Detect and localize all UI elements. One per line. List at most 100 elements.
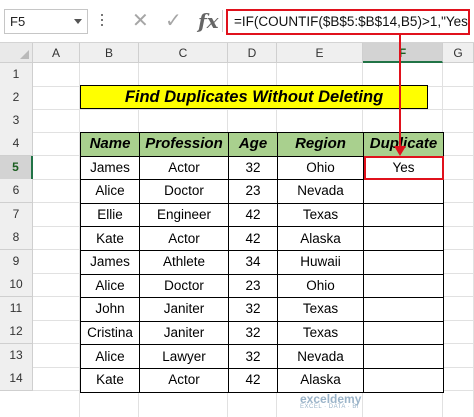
table-cell[interactable]: Nevada [277, 179, 364, 204]
name-box-value: F5 [10, 14, 26, 29]
table-row: Kate Actor 42 Alaska [80, 367, 444, 393]
table-row: Alice Doctor 23 Nevada [80, 179, 444, 204]
table-cell[interactable]: James [80, 155, 140, 181]
table-cell[interactable]: Actor [139, 226, 229, 251]
table-cell[interactable]: 23 [228, 179, 278, 204]
table-cell[interactable]: Alaska [277, 226, 364, 251]
chevron-down-icon[interactable] [74, 19, 82, 24]
row-header-10[interactable]: 10 [0, 273, 33, 297]
column-header-g[interactable]: G [443, 43, 474, 63]
insert-function-icon[interactable]: fx [198, 8, 219, 34]
cancel-icon[interactable]: ✕ [132, 8, 149, 34]
table-cell[interactable]: Alice [80, 179, 140, 204]
row-header-12[interactable]: 12 [0, 320, 33, 344]
table-cell[interactable]: 23 [228, 273, 278, 299]
table-cell[interactable]: 42 [228, 226, 278, 251]
table-cell[interactable]: Huwaii [277, 249, 364, 275]
table-cell[interactable]: Actor [139, 155, 229, 181]
confirm-icon[interactable]: ✓ [165, 8, 182, 34]
table-header-age[interactable]: Age [228, 132, 278, 157]
table-cell[interactable] [363, 249, 444, 275]
column-header-c[interactable]: C [139, 43, 228, 63]
row-header-8[interactable]: 8 [0, 226, 33, 250]
table-cell[interactable]: Engineer [139, 202, 229, 228]
table-cell[interactable]: Cristina [80, 320, 140, 346]
table-cell[interactable]: James [80, 249, 140, 275]
table-header-region[interactable]: Region [277, 132, 364, 157]
selected-cell[interactable]: Yes [363, 155, 444, 181]
table-cell[interactable]: Lawyer [139, 344, 229, 369]
table-cell[interactable] [363, 297, 444, 322]
table-cell[interactable]: 32 [228, 155, 278, 181]
table-row: John Janiter 32 Texas [80, 297, 444, 322]
table-cell[interactable] [363, 179, 444, 204]
row-header-3[interactable]: 3 [0, 109, 33, 133]
table-cell[interactable] [363, 202, 444, 228]
table-header-profession[interactable]: Profession [139, 132, 229, 157]
row-header-13[interactable]: 13 [0, 344, 33, 368]
table-cell[interactable]: Doctor [139, 273, 229, 299]
row-header-1[interactable]: 1 [0, 63, 33, 87]
table-cell[interactable]: Texas [277, 297, 364, 322]
row-header-9[interactable]: 9 [0, 250, 33, 274]
table-cell[interactable]: Ohio [277, 155, 364, 181]
column-header-f[interactable]: F [363, 43, 443, 63]
drag-handle-icon[interactable] [100, 14, 104, 30]
table-cell[interactable]: 32 [228, 297, 278, 322]
column-header-b[interactable]: B [80, 43, 139, 63]
row-header-2[interactable]: 2 [0, 86, 33, 110]
sheet-title[interactable]: Find Duplicates Without Deleting [80, 85, 428, 109]
table-cell[interactable]: Kate [80, 226, 140, 251]
table-cell[interactable]: Texas [277, 320, 364, 346]
row-header-6[interactable]: 6 [0, 179, 33, 203]
table-cell[interactable] [363, 367, 444, 393]
table-cell[interactable]: John [80, 297, 140, 322]
select-all-button[interactable] [0, 43, 33, 63]
table-cell[interactable] [363, 226, 444, 251]
table-row: Cristina Janiter 32 Texas [80, 320, 444, 346]
watermark-logo: exceldemy EXCEL · DATA · BI [300, 392, 361, 410]
row-header-7[interactable]: 7 [0, 203, 33, 227]
column-header-d[interactable]: D [228, 43, 277, 63]
watermark-tagline: EXCEL · DATA · BI [300, 404, 360, 410]
name-box[interactable]: F5 [4, 9, 88, 34]
table-header-name[interactable]: Name [80, 132, 140, 157]
table-row: James Athlete 34 Huwaii [80, 249, 444, 275]
table-cell[interactable]: Athlete [139, 249, 229, 275]
table-cell[interactable]: 32 [228, 320, 278, 346]
table-row: Ellie Engineer 42 Texas [80, 202, 444, 228]
table-cell[interactable] [363, 273, 444, 299]
table-cell[interactable]: Actor [139, 367, 229, 393]
table-cell[interactable]: Alice [80, 273, 140, 299]
table-cell[interactable]: 34 [228, 249, 278, 275]
table-cell[interactable]: Ellie [80, 202, 140, 228]
table-cell[interactable]: Ohio [277, 273, 364, 299]
formula-input[interactable]: =IF(COUNTIF($B$5:$B$14,B5)>1,"Yes","") [226, 9, 470, 35]
table-cell[interactable]: Alice [80, 344, 140, 369]
table-row: Alice Doctor 23 Ohio [80, 273, 444, 299]
data-table: Name Profession Age Region Duplicate James Ac… [80, 132, 444, 393]
formula-bar: F5 ✕ ✓ fx =IF(COUNTIF($B$5:$B$14,B5)>1,"… [0, 0, 474, 43]
row-header-4[interactable]: 4 [0, 132, 33, 156]
formula-bar-divider [222, 10, 223, 32]
table-cell[interactable]: Janiter [139, 297, 229, 322]
table-cell[interactable]: Janiter [139, 320, 229, 346]
table-cell[interactable]: Texas [277, 202, 364, 228]
row-header-5[interactable]: 5 [0, 156, 33, 180]
column-header-e[interactable]: E [277, 43, 363, 63]
arrow-down-icon [394, 146, 406, 156]
row-header-11[interactable]: 11 [0, 297, 33, 321]
table-cell[interactable]: 32 [228, 344, 278, 369]
table-cell[interactable]: 42 [228, 202, 278, 228]
table-cell[interactable]: Nevada [277, 344, 364, 369]
column-header-a[interactable]: A [33, 43, 80, 63]
row-header-14[interactable]: 14 [0, 367, 33, 391]
table-cell[interactable] [363, 320, 444, 346]
table-cell[interactable]: Alaska [277, 367, 364, 393]
table-cell[interactable]: Kate [80, 367, 140, 393]
table-cell[interactable] [363, 344, 444, 369]
table-row: Alice Lawyer 32 Nevada [80, 344, 444, 369]
table-cell[interactable]: Doctor [139, 179, 229, 204]
table-cell[interactable]: 42 [228, 367, 278, 393]
table-row: James Actor 32 Ohio Yes [80, 155, 444, 181]
